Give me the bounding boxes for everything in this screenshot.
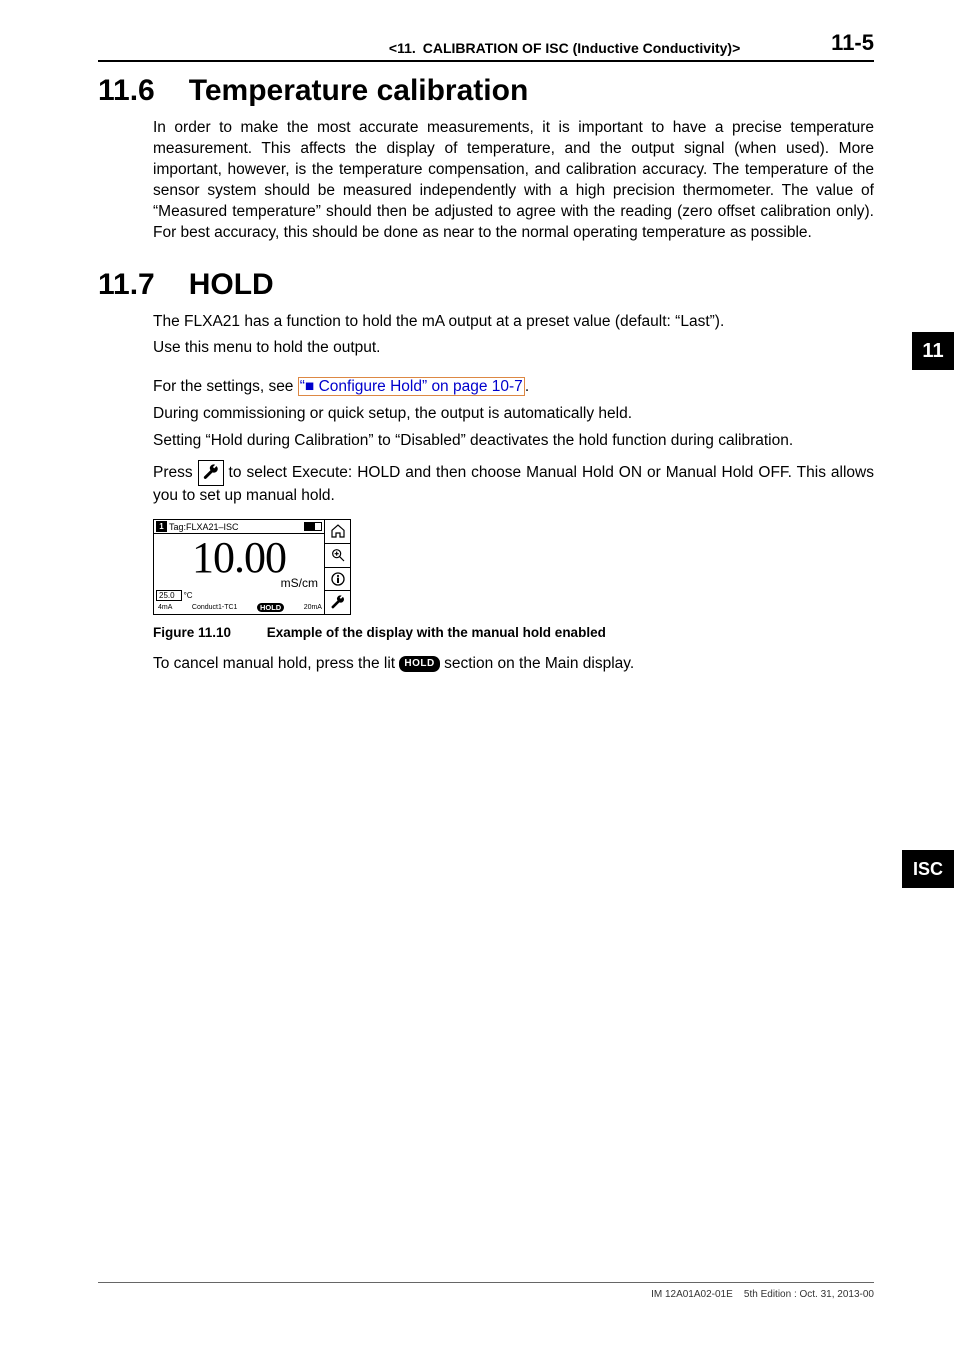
section-title: Temperature calibration (189, 74, 529, 108)
body-paragraph: Press to select Execute: HOLD and then c… (153, 460, 874, 507)
device-low-ma: 4mA (158, 604, 172, 611)
figure-caption: Figure 11.10 Example of the display with… (153, 625, 874, 640)
sensor-number-icon: 1 (156, 521, 167, 532)
body-paragraph: For the settings, see “■ Configure Hold”… (153, 377, 874, 398)
wrench-icon (198, 460, 224, 486)
device-high-ma: 20mA (304, 604, 322, 611)
figure-label: Figure 11.10 (153, 625, 263, 640)
device-value: 10.00 (154, 534, 324, 580)
page-header: <11. CALIBRATION OF ISC (Inductive Condu… (98, 30, 874, 62)
hold-chip-icon: HOLD (399, 656, 439, 672)
wrench-icon (325, 591, 350, 614)
text-span: For the settings, see (153, 378, 298, 395)
device-temp-unit: °C (184, 591, 193, 600)
text-span: to select Execute: HOLD and then choose … (153, 464, 874, 504)
header-page-number: 11-5 (831, 30, 874, 56)
text-span: Press (153, 464, 198, 481)
device-tag: Tag:FLXA21–ISC (169, 522, 302, 532)
body-paragraph: Setting “Hold during Calibration” to “Di… (153, 431, 874, 452)
zoom-icon (325, 544, 350, 568)
device-screenshot: 1 Tag:FLXA21–ISC 10.00 mS/cm 25.0 °C 4mA (153, 519, 351, 615)
header-chapter-title: <11. CALIBRATION OF ISC (Inductive Condu… (298, 40, 831, 56)
device-hold-badge: HOLD (257, 603, 284, 612)
page-footer: IM 12A01A02-01E 5th Edition : Oct. 31, 2… (98, 1282, 874, 1300)
section-title: HOLD (189, 268, 274, 302)
body-paragraph: The FLXA21 has a function to hold the mA… (153, 312, 874, 333)
device-temp: 25.0 (156, 590, 182, 601)
home-icon (325, 520, 350, 544)
figure: 1 Tag:FLXA21–ISC 10.00 mS/cm 25.0 °C 4mA (153, 519, 874, 640)
body-paragraph: To cancel manual hold, press the lit HOL… (153, 654, 874, 675)
info-icon (325, 568, 350, 592)
body-paragraph: During commissioning or quick setup, the… (153, 404, 874, 425)
isc-tab: ISC (902, 850, 954, 888)
section-number: 11.6 (98, 74, 155, 108)
crossref-link[interactable]: “■ Configure Hold” on page 10-7 (298, 377, 525, 396)
text-span: section on the Main display. (440, 655, 634, 672)
body-paragraph: Use this menu to hold the output. (153, 338, 874, 359)
footer-doc: IM 12A01A02-01E (651, 1289, 733, 1300)
footer-edition: 5th Edition : Oct. 31, 2013-00 (744, 1289, 874, 1300)
device-signal-name: Conduct1-TC1 (192, 604, 238, 611)
body-paragraph: In order to make the most accurate measu… (153, 118, 874, 244)
chapter-tab: 11 (912, 332, 954, 370)
text-span: . (525, 378, 529, 395)
battery-icon (304, 522, 322, 531)
section-number: 11.7 (98, 268, 155, 302)
text-span: To cancel manual hold, press the lit (153, 655, 399, 672)
figure-caption-text: Example of the display with the manual h… (267, 625, 606, 640)
